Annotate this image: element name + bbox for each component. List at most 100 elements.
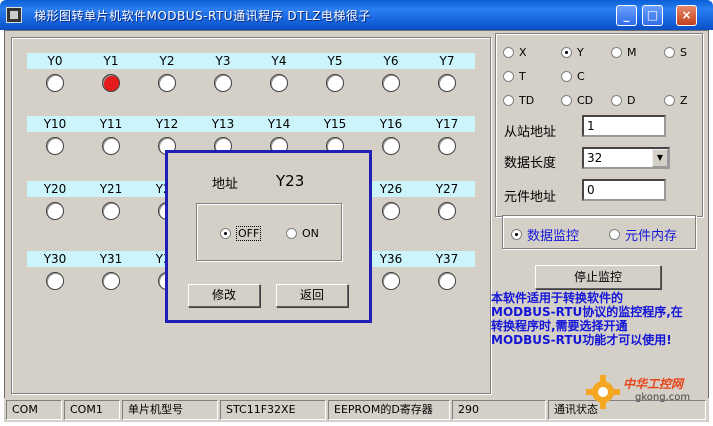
radio-unselected-icon — [611, 94, 622, 106]
output-label: Y15 — [307, 116, 363, 132]
output-lamp[interactable] — [382, 202, 400, 220]
mode-monitor-label: 数据监控 — [527, 228, 580, 244]
output-label: Y13 — [195, 116, 251, 132]
output-label: Y30 — [27, 251, 83, 267]
info-text: 本软件适用于转换软件的 MODBUS-RTU协议的监控程序,在 转换程序时,需要… — [491, 291, 707, 347]
output-lamp[interactable] — [46, 137, 64, 155]
data-length-label: 数据长度 — [504, 156, 557, 171]
output-label: Y37 — [419, 251, 475, 267]
output-label: Y1 — [83, 53, 139, 69]
output-label: Y4 — [251, 53, 307, 69]
radio-unselected-icon — [561, 94, 572, 106]
type-radio-z[interactable]: Z — [664, 92, 688, 108]
type-radio-d[interactable]: D — [611, 92, 635, 108]
radio-unselected-icon — [611, 46, 622, 58]
radio-unselected-icon — [286, 227, 297, 239]
close-button[interactable]: × — [676, 5, 697, 26]
info-line-4: MODBUS-RTU功能才可以使用! — [491, 333, 672, 347]
output-lamp[interactable] — [382, 74, 400, 92]
radio-unselected-icon — [503, 46, 514, 58]
maximize-button[interactable]: □ — [642, 5, 663, 26]
dialog-state-group — [196, 203, 342, 261]
output-label: Y6 — [363, 53, 419, 69]
stop-monitor-button[interactable]: 停止监控 — [535, 265, 661, 289]
watermark-site-cn: 中华工控网 — [623, 377, 684, 391]
station-address-input[interactable]: 1 — [582, 115, 666, 137]
output-lamp[interactable] — [46, 202, 64, 220]
mode-monitor-radio[interactable]: 数据监控 — [511, 226, 580, 244]
output-lamp[interactable] — [102, 202, 120, 220]
watermark-logo: 中华工控网 gkong.com — [583, 372, 709, 412]
watermark-site-url: gkong.com — [635, 392, 691, 403]
type-radio-y[interactable]: Y — [561, 44, 584, 60]
info-line-2: MODBUS-RTU协议的监控程序,在 — [491, 305, 683, 319]
radio-unselected-icon — [664, 46, 675, 58]
type-radio-t[interactable]: T — [503, 68, 526, 84]
type-radio-label: S — [680, 45, 687, 59]
chevron-down-icon[interactable]: ▼ — [652, 149, 668, 167]
element-address-label: 元件地址 — [504, 190, 557, 205]
type-radio-label: Y — [577, 45, 584, 59]
type-radio-label: T — [519, 69, 526, 83]
type-radio-label: M — [627, 45, 637, 59]
output-lamp[interactable] — [438, 272, 456, 290]
type-radio-label: TD — [519, 93, 535, 107]
output-lamp[interactable] — [46, 272, 64, 290]
status-eeprom: EEPROM的D寄存器 — [328, 400, 450, 420]
output-lamp[interactable] — [438, 137, 456, 155]
type-radio-td[interactable]: TD — [503, 92, 534, 108]
modify-button[interactable]: 修改 — [188, 284, 260, 307]
radio-selected-icon — [220, 227, 231, 239]
off-radio[interactable]: OFF — [220, 225, 262, 241]
type-radio-s[interactable]: S — [664, 44, 687, 60]
status-port: COM1 — [64, 400, 120, 420]
output-label: Y27 — [419, 181, 475, 197]
gear-icon — [586, 375, 620, 409]
output-lamp[interactable] — [214, 74, 232, 92]
radio-unselected-icon — [664, 94, 675, 106]
output-lamp[interactable] — [382, 272, 400, 290]
output-lamp[interactable] — [438, 74, 456, 92]
minimize-button[interactable]: _ — [616, 5, 637, 26]
output-lamp[interactable] — [326, 74, 344, 92]
on-radio[interactable]: ON — [286, 225, 319, 241]
status-mcu-label: 单片机型号 — [122, 400, 218, 420]
output-label: Y14 — [251, 116, 307, 132]
output-lamp[interactable] — [46, 74, 64, 92]
output-lamp[interactable] — [102, 74, 120, 92]
output-label: Y0 — [27, 53, 83, 69]
type-radio-cd[interactable]: CD — [561, 92, 593, 108]
info-line-3: 转换程序时,需要选择开通 — [491, 319, 628, 333]
status-port-type: COM — [6, 400, 62, 420]
info-line-1: 本软件适用于转换软件的 — [491, 291, 624, 305]
app-icon[interactable] — [6, 7, 22, 23]
output-label: Y31 — [83, 251, 139, 267]
type-radio-label: Z — [680, 93, 688, 107]
off-label: OFF — [236, 225, 262, 241]
radio-unselected-icon — [503, 94, 514, 106]
mode-memory-radio[interactable]: 元件内存 — [609, 226, 678, 244]
output-label: Y16 — [363, 116, 419, 132]
data-length-select[interactable]: 32 ▼ — [582, 147, 670, 169]
address-dialog[interactable]: 地址 Y23 OFF ON 修改 返回 — [165, 150, 372, 323]
output-lamp[interactable] — [382, 137, 400, 155]
element-address-input[interactable]: 0 — [582, 179, 666, 201]
mode-memory-label: 元件内存 — [625, 228, 678, 244]
output-label: Y10 — [27, 116, 83, 132]
output-lamp[interactable] — [438, 202, 456, 220]
title-bar[interactable]: 梯形图转单片机软件MODBUS-RTU通讯程序 DTLZ电梯很子 _ □ × — [0, 0, 713, 30]
on-label: ON — [302, 226, 319, 240]
back-button[interactable]: 返回 — [276, 284, 348, 307]
output-lamp[interactable] — [102, 137, 120, 155]
type-radio-label: D — [627, 93, 636, 107]
type-radio-m[interactable]: M — [611, 44, 637, 60]
output-lamp[interactable] — [158, 74, 176, 92]
output-lamp[interactable] — [270, 74, 288, 92]
output-lamp[interactable] — [102, 272, 120, 290]
type-radio-c[interactable]: C — [561, 68, 585, 84]
output-label: Y2 — [139, 53, 195, 69]
type-radio-label: C — [577, 69, 585, 83]
output-label: Y17 — [419, 116, 475, 132]
type-radio-x[interactable]: X — [503, 44, 527, 60]
radio-unselected-icon — [609, 228, 620, 240]
